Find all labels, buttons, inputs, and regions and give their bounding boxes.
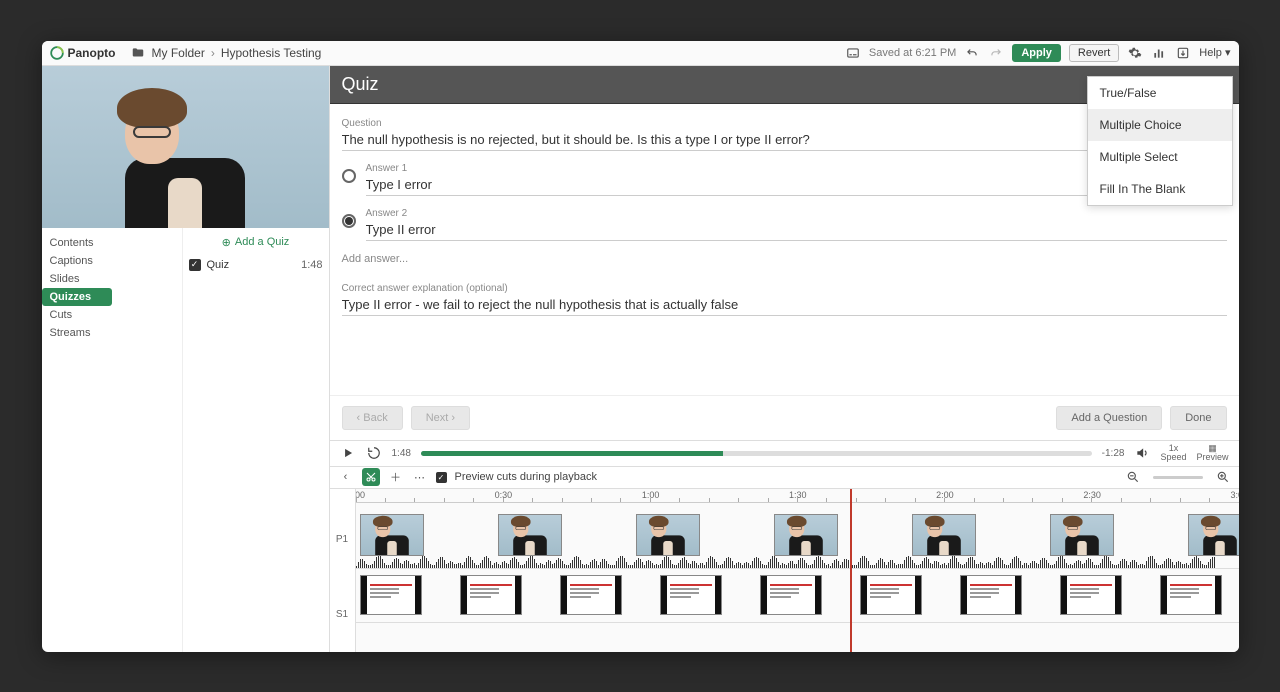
- apply-button[interactable]: Apply: [1012, 44, 1061, 62]
- explanation-label: Correct answer explanation (optional): [342, 283, 1227, 294]
- back-button[interactable]: ‹ Back: [342, 406, 403, 430]
- topbar: Panopto My Folder › Hypothesis Testing S…: [42, 41, 1239, 66]
- chevron-right-icon: ›: [211, 46, 215, 60]
- add-quiz-button[interactable]: ⊕ Add a Quiz: [189, 234, 323, 251]
- quiz-item-time: 1:48: [301, 259, 322, 271]
- revert-button[interactable]: Revert: [1069, 44, 1119, 62]
- saved-status: Saved at 6:21 PM: [869, 47, 956, 59]
- tab-captions[interactable]: Captions: [42, 252, 112, 270]
- timeline-ruler[interactable]: 0:000:301:001:302:002:303:00: [356, 489, 1239, 503]
- tab-cuts[interactable]: Cuts: [42, 306, 112, 324]
- zoom-slider[interactable]: [1153, 476, 1203, 479]
- breadcrumb-folder[interactable]: My Folder: [152, 46, 205, 60]
- redo-icon[interactable]: [988, 45, 1004, 61]
- dropdown-option-multipleselect[interactable]: Multiple Select: [1088, 141, 1232, 173]
- tab-slides[interactable]: Slides: [42, 270, 112, 288]
- timeline-toolbar: ‹ ＋ ⋯ ✓ Preview cuts during playback: [330, 466, 1239, 488]
- preview-control[interactable]: ▦Preview: [1196, 444, 1228, 462]
- panopto-icon: [50, 46, 64, 60]
- dropdown-option-truefalse[interactable]: True/False: [1088, 77, 1232, 109]
- add-icon[interactable]: ＋: [388, 469, 404, 485]
- export-icon[interactable]: [1175, 45, 1191, 61]
- progress-bar[interactable]: [421, 451, 1092, 456]
- check-icon: ✓: [189, 259, 201, 271]
- timeline: P1 S1 0:000:301:001:302:002:303:00: [330, 488, 1239, 652]
- left-panel: Contents Captions Slides Quizzes Cuts St…: [42, 66, 330, 652]
- answer-2-radio[interactable]: [342, 214, 356, 228]
- add-question-button[interactable]: Add a Question: [1056, 406, 1162, 430]
- brand-text: Panopto: [68, 46, 116, 60]
- tab-contents[interactable]: Contents: [42, 234, 112, 252]
- replay-icon[interactable]: [366, 445, 382, 461]
- dropdown-option-fillblank[interactable]: Fill In The Blank: [1088, 173, 1232, 205]
- brand-logo[interactable]: Panopto: [50, 46, 116, 60]
- captions-icon[interactable]: [845, 45, 861, 61]
- play-icon[interactable]: [340, 445, 356, 461]
- help-menu[interactable]: Help ▾: [1199, 46, 1230, 59]
- answer-1-radio[interactable]: [342, 169, 356, 183]
- more-icon[interactable]: ⋯: [412, 469, 428, 485]
- speed-control[interactable]: 1xSpeed: [1160, 444, 1186, 462]
- cut-icon[interactable]: [362, 468, 380, 486]
- zoom-out-icon[interactable]: [1125, 469, 1141, 485]
- main-panel: Quiz Question Answer 1 Answer 2: [330, 66, 1239, 652]
- video-preview[interactable]: [42, 66, 329, 228]
- tab-streams[interactable]: Streams: [42, 324, 112, 342]
- quiz-footer: ‹ Back Next › Add a Question Done: [330, 395, 1239, 440]
- slides-track[interactable]: [356, 569, 1239, 623]
- remaining-time: -1:28: [1102, 448, 1125, 459]
- undo-icon[interactable]: [964, 45, 980, 61]
- answer-2-input[interactable]: [366, 219, 1227, 241]
- s-track-label: S1: [330, 577, 356, 652]
- sidebar-tabs: Contents Captions Slides Quizzes Cuts St…: [42, 228, 112, 652]
- quiz-list-item[interactable]: ✓ Quiz 1:48: [189, 259, 323, 271]
- answer-2-label: Answer 2: [366, 208, 1227, 219]
- collapse-icon[interactable]: ‹: [338, 469, 354, 485]
- quiz-item-label: Quiz: [207, 259, 230, 271]
- preview-cuts-check[interactable]: ✓: [436, 472, 447, 483]
- add-answer-button[interactable]: Add answer...: [342, 253, 1227, 265]
- question-type-dropdown: True/False Multiple Choice Multiple Sele…: [1087, 76, 1233, 206]
- dropdown-option-multiplechoice[interactable]: Multiple Choice: [1088, 109, 1232, 141]
- current-time: 1:48: [392, 448, 411, 459]
- stats-icon[interactable]: [1151, 45, 1167, 61]
- plus-icon: ⊕: [222, 236, 231, 249]
- explanation-input[interactable]: [342, 294, 1227, 316]
- playhead[interactable]: [850, 489, 852, 652]
- p-track-label: P1: [330, 503, 356, 578]
- app-window: Panopto My Folder › Hypothesis Testing S…: [42, 41, 1239, 652]
- next-button[interactable]: Next ›: [411, 406, 470, 430]
- zoom-in-icon[interactable]: [1215, 469, 1231, 485]
- tab-quizzes[interactable]: Quizzes: [42, 288, 112, 306]
- folder-icon: [130, 45, 146, 61]
- volume-icon[interactable]: [1134, 445, 1150, 461]
- preview-cuts-label: Preview cuts during playback: [455, 471, 597, 483]
- done-button[interactable]: Done: [1170, 406, 1226, 430]
- playback-bar: 1:48 -1:28 1xSpeed ▦Preview: [330, 440, 1239, 466]
- breadcrumb: My Folder › Hypothesis Testing: [130, 45, 322, 61]
- primary-track[interactable]: [356, 503, 1239, 569]
- gear-icon[interactable]: [1127, 45, 1143, 61]
- breadcrumb-title[interactable]: Hypothesis Testing: [221, 46, 322, 60]
